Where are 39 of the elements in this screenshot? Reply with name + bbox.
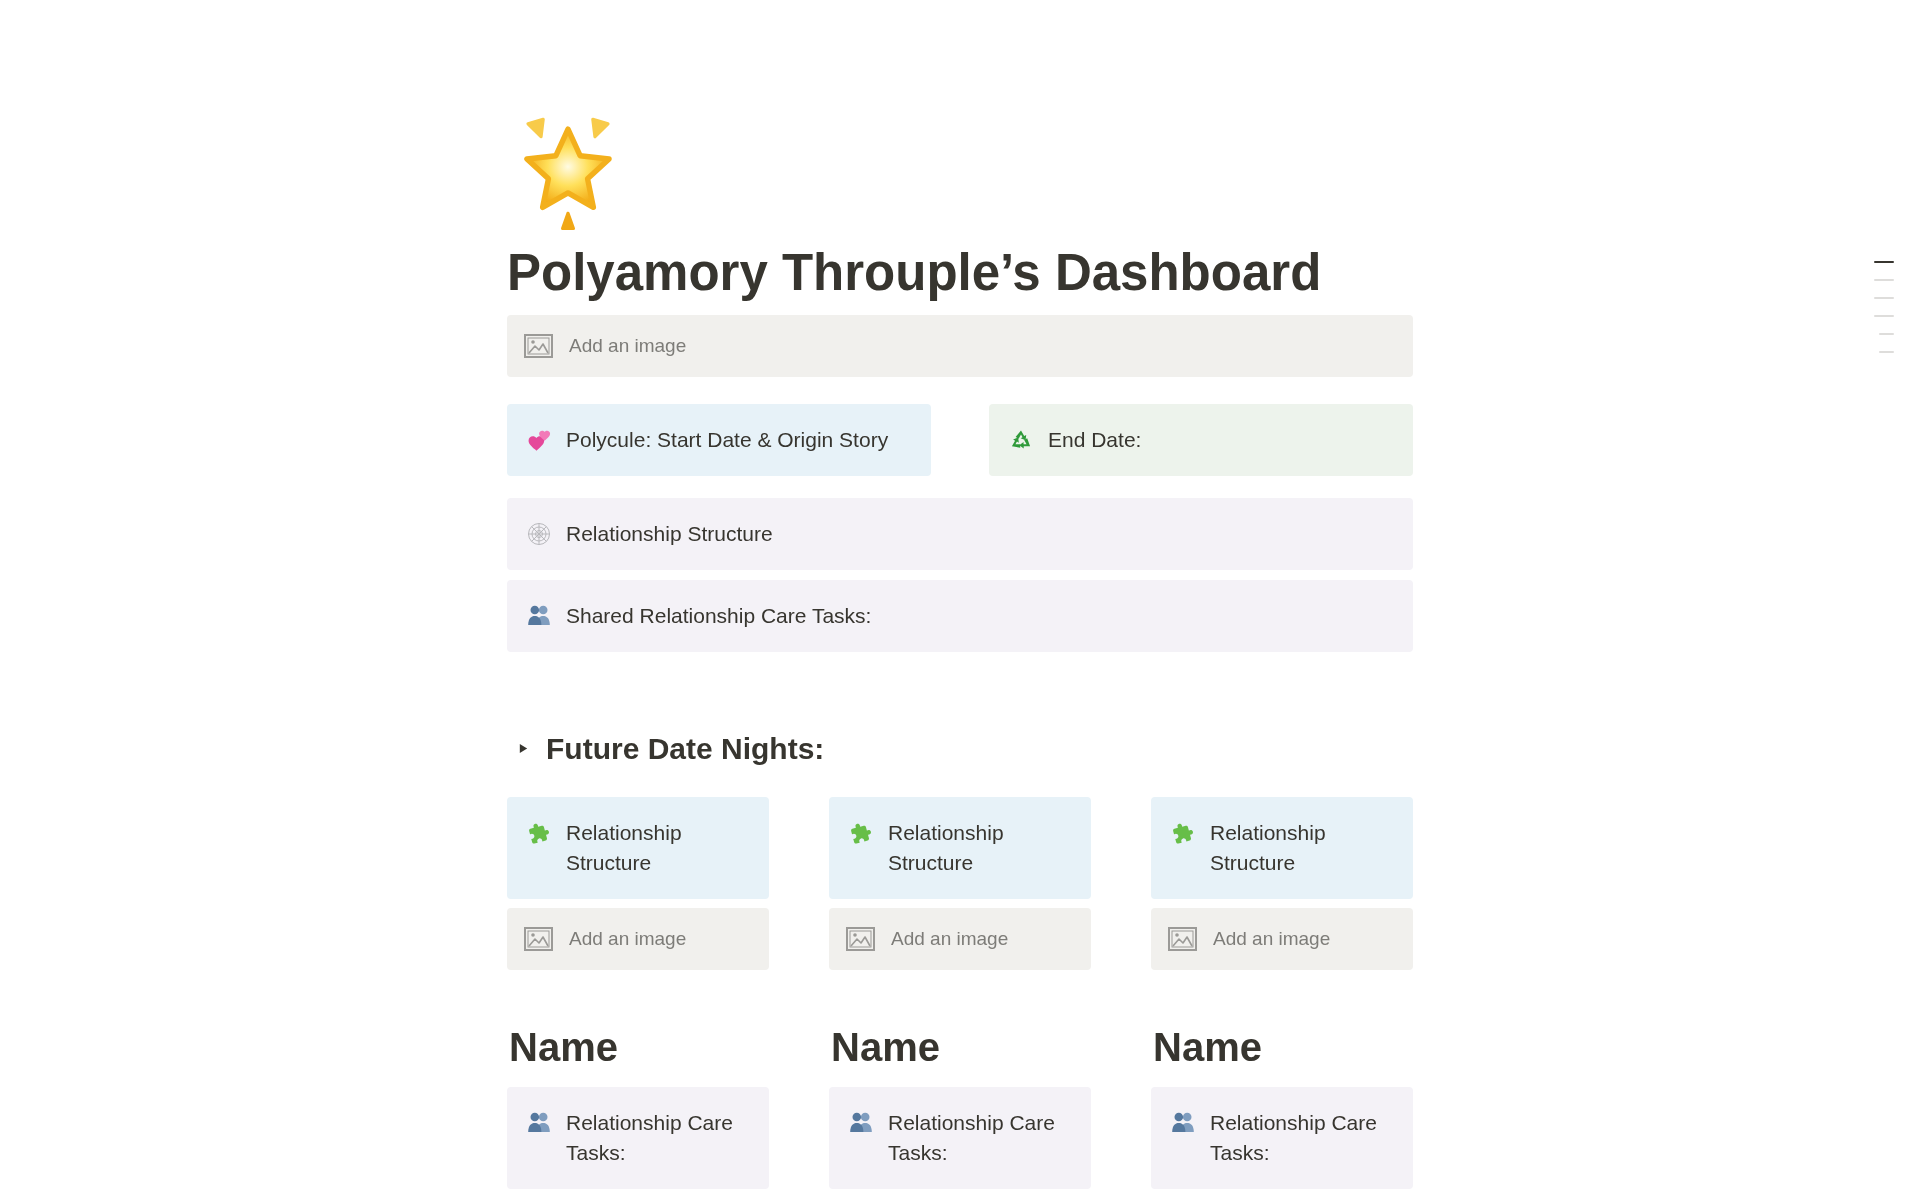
outline-mark[interactable] — [1874, 315, 1894, 317]
section-heading: Future Date Nights: — [546, 731, 825, 767]
callout-text: Relationship Care Tasks: — [566, 1110, 734, 1166]
people-icon — [1171, 1111, 1195, 1133]
page-title: Polyamory Throuple’s Dashboard — [507, 243, 1323, 303]
image-icon — [524, 334, 553, 358]
callout-text: End Date: — [1048, 427, 1142, 453]
callout-text: Polycule: Start Date & Origin Story — [566, 427, 889, 453]
puzzle-piece-icon — [849, 821, 873, 845]
hearts-icon — [527, 428, 551, 452]
image-icon — [524, 927, 553, 951]
spider-web-icon — [527, 522, 551, 546]
name-heading: Name — [508, 1024, 619, 1071]
outline-mark[interactable] — [1879, 333, 1894, 335]
name-heading: Name — [830, 1024, 941, 1071]
name-heading: Name — [1152, 1024, 1263, 1071]
callout-text: Relationship Structure — [888, 820, 1005, 876]
outline-mark[interactable] — [1879, 351, 1894, 353]
callout-text: Shared Relationship Care Tasks: — [566, 603, 872, 629]
puzzle-piece-icon — [1171, 821, 1195, 845]
outline-mark[interactable] — [1874, 261, 1894, 263]
add-image-button[interactable]: Add an image — [1151, 908, 1413, 970]
add-image-button[interactable]: Add an image — [829, 908, 1091, 970]
add-image-button[interactable]: Add an image — [507, 315, 1413, 377]
outline-mark[interactable] — [1874, 297, 1894, 299]
people-icon — [527, 1111, 551, 1133]
add-image-button[interactable]: Add an image — [507, 908, 769, 970]
callout-text: Relationship Structure — [1210, 820, 1327, 876]
image-icon — [1168, 927, 1197, 951]
callout-text: Relationship Care Tasks: — [1210, 1110, 1378, 1166]
callout-text: Relationship Care Tasks: — [888, 1110, 1056, 1166]
people-icon — [849, 1111, 873, 1133]
outline-mark[interactable] — [1874, 279, 1894, 281]
image-icon — [846, 927, 875, 951]
callout-text: Relationship Structure — [566, 820, 683, 876]
callout-text: Relationship Structure — [566, 521, 773, 547]
people-icon — [527, 604, 551, 626]
puzzle-piece-icon — [527, 821, 551, 845]
toggle-icon[interactable] — [518, 743, 529, 754]
